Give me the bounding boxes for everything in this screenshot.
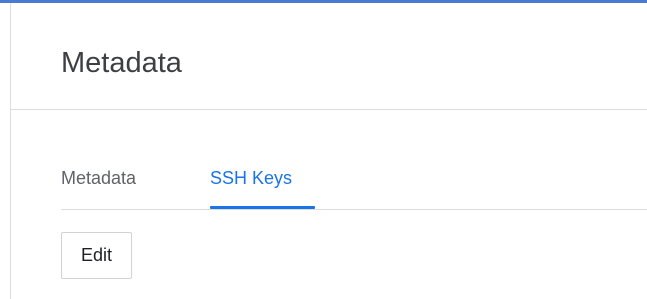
tabs-divider <box>61 209 647 210</box>
tab-bar: Metadata SSH Keys <box>61 154 647 210</box>
metadata-panel: Metadata Metadata SSH Keys Edit <box>0 0 647 299</box>
tab-metadata[interactable]: Metadata <box>61 166 136 206</box>
edit-button[interactable]: Edit <box>61 232 132 279</box>
tab-ssh-keys[interactable]: SSH Keys <box>210 166 292 206</box>
page-title: Metadata <box>61 47 182 79</box>
panel-header: Metadata <box>11 3 647 110</box>
